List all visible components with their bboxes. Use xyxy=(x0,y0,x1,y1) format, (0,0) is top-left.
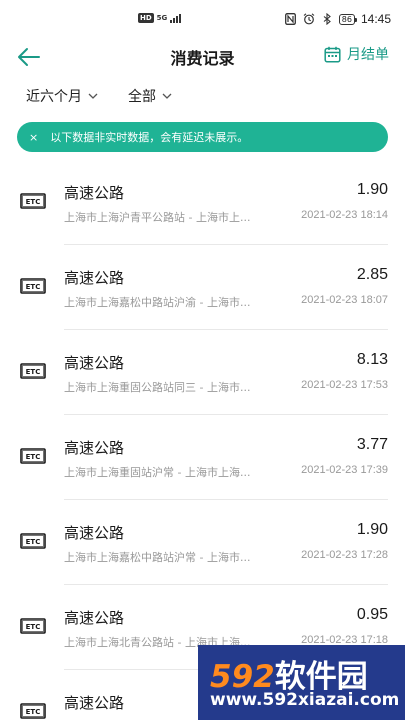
record-amount: 0.95 xyxy=(356,606,388,623)
etc-icon: ETC xyxy=(20,193,46,209)
record-row[interactable]: ETC 高速公路 2.85 上海市上海嘉松中路站沪渝 - 上海市... 2021… xyxy=(0,245,405,330)
app-header: 消费记录 月结单 xyxy=(0,40,405,74)
record-name: 高速公路 xyxy=(64,269,125,287)
close-notice-button[interactable]: × xyxy=(29,131,38,144)
chevron-down-icon xyxy=(162,93,172,99)
record-name: 高速公路 xyxy=(64,524,125,542)
filter-bar: 近六个月 全部 xyxy=(26,86,172,106)
record-name: 高速公路 xyxy=(64,354,125,372)
record-name: 高速公路 xyxy=(64,609,125,627)
battery-icon: 86 xyxy=(338,13,358,25)
monthly-statement-label: 月结单 xyxy=(347,47,389,63)
battery-level: 86 xyxy=(341,14,352,24)
svg-text:ETC: ETC xyxy=(26,538,41,546)
record-route: 上海市上海沪青平公路站 - 上海市上... xyxy=(64,211,251,224)
period-filter-dropdown[interactable]: 近六个月 xyxy=(26,86,98,106)
alarm-icon xyxy=(303,13,315,25)
record-time: 2021-02-23 18:07 xyxy=(301,294,388,306)
chevron-down-icon xyxy=(88,93,98,99)
svg-text:ETC: ETC xyxy=(26,623,41,631)
record-row[interactable]: ETC 高速公路 1.90 上海市上海嘉松中路站沪常 - 上海市... 2021… xyxy=(0,500,405,585)
etc-icon: ETC xyxy=(20,703,46,719)
record-name: 高速公路 xyxy=(64,184,125,202)
record-route: 上海市上海重固站沪常 - 上海市上海... xyxy=(64,466,251,479)
notice-text: 以下数据非实时数据，会有延迟未展示。 xyxy=(50,131,249,144)
record-time: 2021-02-23 17:39 xyxy=(301,464,388,476)
svg-text:ETC: ETC xyxy=(26,368,41,376)
period-filter-label: 近六个月 xyxy=(26,89,82,105)
record-time: 2021-02-23 17:28 xyxy=(301,549,388,561)
record-row[interactable]: ETC 高速公路 8.13 上海市上海重固公路站同三 - 上海市... 2021… xyxy=(0,330,405,415)
record-name: 高速公路 xyxy=(64,439,125,457)
record-amount: 2.85 xyxy=(356,266,388,283)
record-route: 上海市上海嘉松中路站沪常 - 上海市... xyxy=(64,551,251,564)
record-amount: 3.77 xyxy=(356,436,388,453)
delay-notice-banner: × 以下数据非实时数据，会有延迟未展示。 xyxy=(17,122,388,152)
etc-icon: ETC xyxy=(20,533,46,549)
site-watermark: 592软件园 www.592xiazai.com xyxy=(198,645,405,720)
network-type: 5G xyxy=(156,14,168,22)
etc-icon: ETC xyxy=(20,618,46,634)
status-bar: HD 5G 86 14:45 xyxy=(0,0,405,40)
hd-badge: HD xyxy=(138,13,154,23)
record-amount: 1.90 xyxy=(356,181,388,198)
record-time: 2021-02-23 17:53 xyxy=(301,379,388,391)
record-time: 2021-02-23 18:14 xyxy=(301,209,388,221)
signal-icon xyxy=(170,13,182,23)
bluetooth-icon xyxy=(321,13,333,25)
svg-text:ETC: ETC xyxy=(26,708,41,716)
category-filter-label: 全部 xyxy=(128,89,156,105)
monthly-statement-button[interactable]: 月结单 xyxy=(324,44,389,64)
network-indicator: HD 5G xyxy=(138,13,182,23)
record-row[interactable]: ETC 高速公路 3.77 上海市上海重固站沪常 - 上海市上海... 2021… xyxy=(0,415,405,500)
record-row[interactable]: ETC 高速公路 1.90 上海市上海沪青平公路站 - 上海市上... 2021… xyxy=(0,160,405,245)
etc-icon: ETC xyxy=(20,363,46,379)
svg-text:ETC: ETC xyxy=(26,198,41,206)
records-list: ETC 高速公路 1.90 上海市上海沪青平公路站 - 上海市上... 2021… xyxy=(0,160,405,720)
record-amount: 1.90 xyxy=(356,521,388,538)
watermark-url: www.592xiazai.com xyxy=(210,690,400,710)
calendar-icon xyxy=(324,46,341,63)
record-route: 上海市上海重固公路站同三 - 上海市... xyxy=(64,381,251,394)
record-name: 高速公路 xyxy=(64,694,125,712)
record-route: 上海市上海嘉松中路站沪渝 - 上海市... xyxy=(64,296,251,309)
svg-text:ETC: ETC xyxy=(26,453,41,461)
record-amount: 8.13 xyxy=(356,351,388,368)
etc-icon: ETC xyxy=(20,278,46,294)
etc-icon: ETC xyxy=(20,448,46,464)
nfc-icon xyxy=(285,13,297,25)
svg-text:ETC: ETC xyxy=(26,283,41,291)
clock: 14:45 xyxy=(360,12,391,26)
category-filter-dropdown[interactable]: 全部 xyxy=(128,86,172,106)
